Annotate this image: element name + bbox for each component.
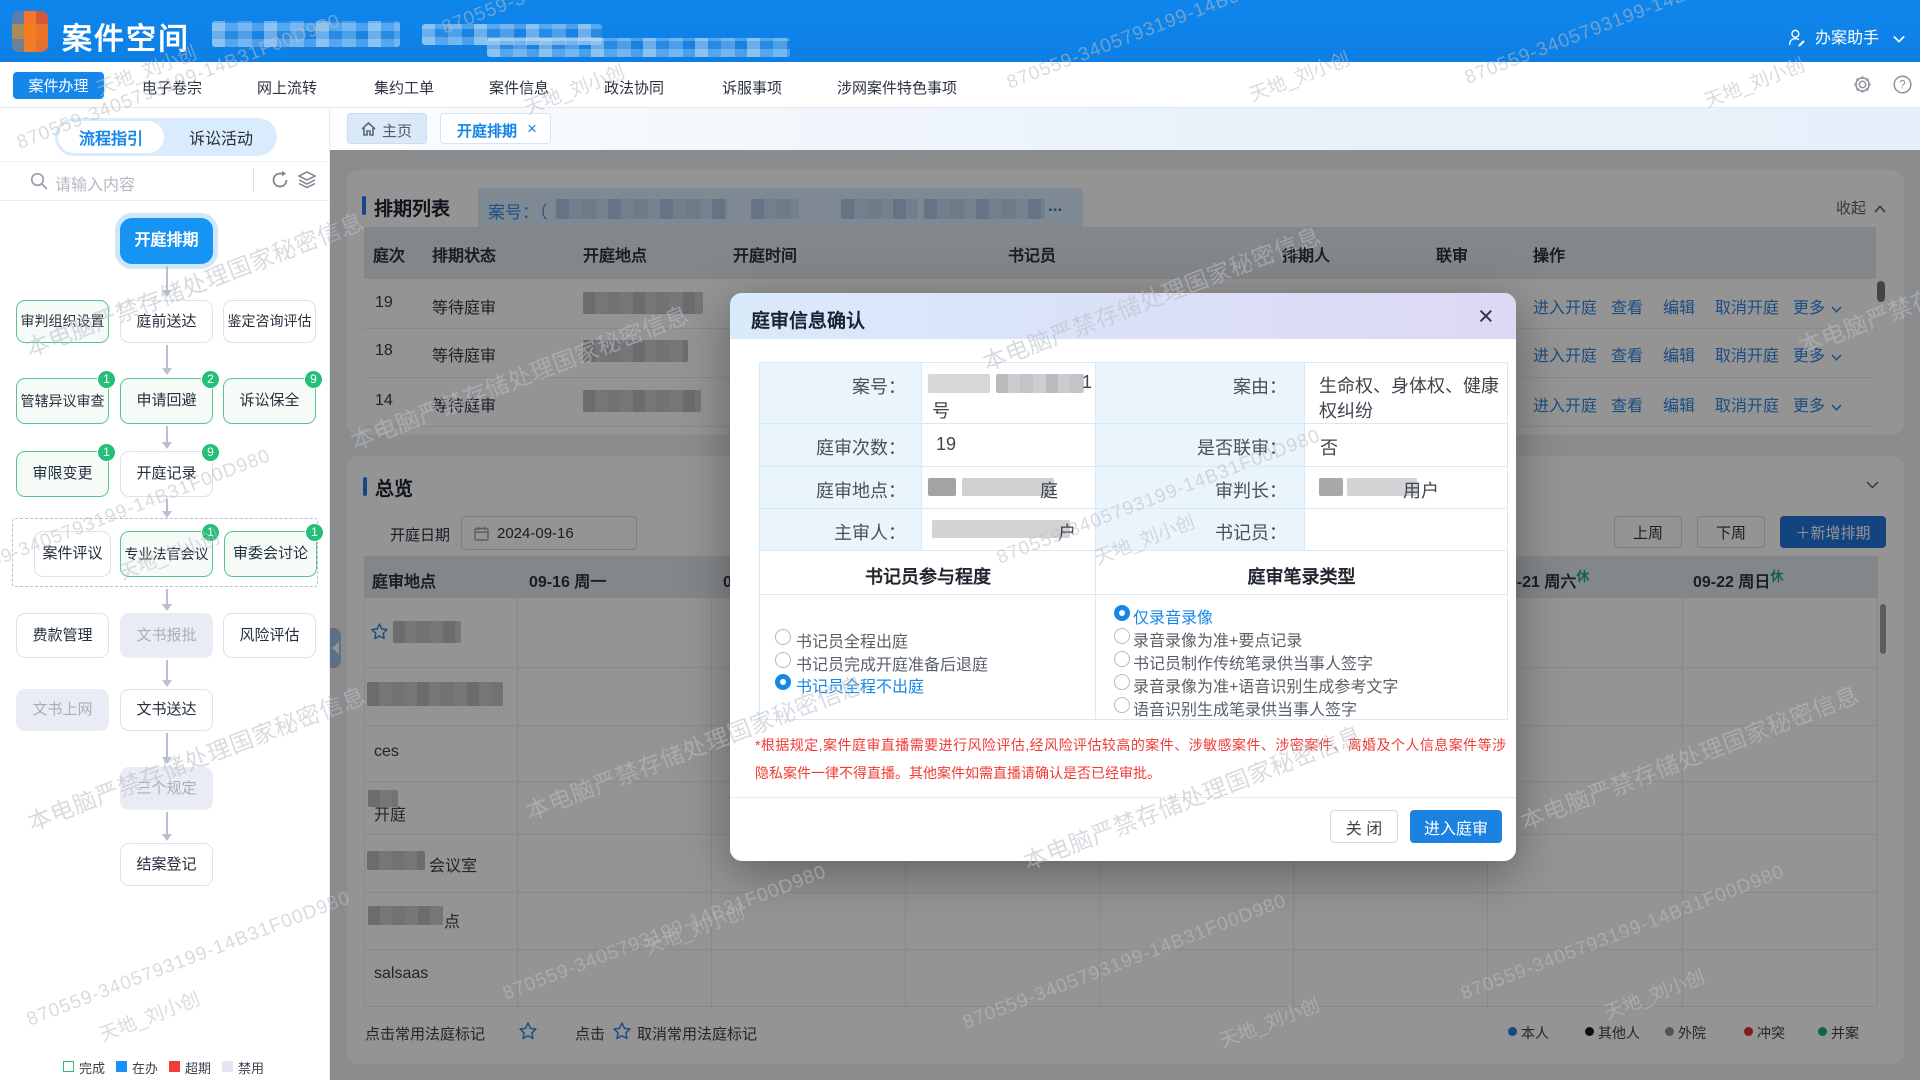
svg-text:?: ? [1899,80,1905,92]
